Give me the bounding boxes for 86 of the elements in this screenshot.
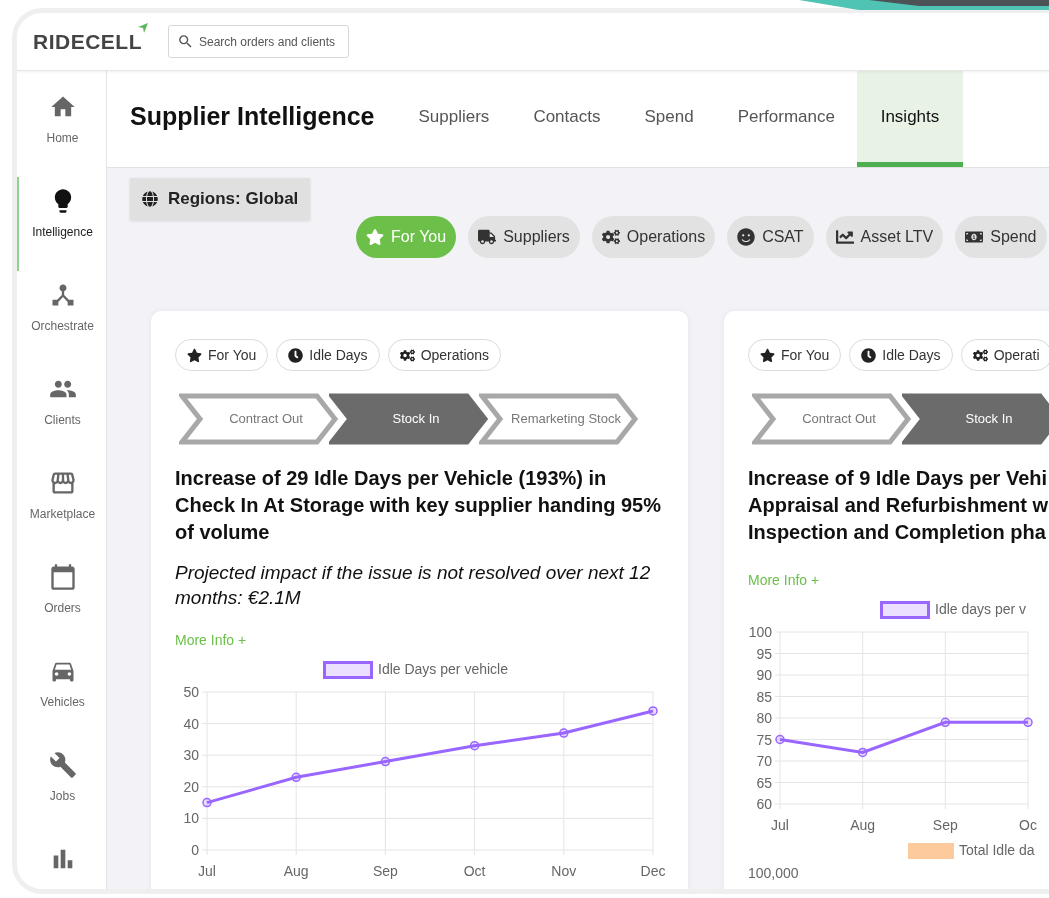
axis-tick-label: Sep <box>372 863 398 879</box>
axis-tick-label: 40 <box>183 715 199 732</box>
data-point <box>1023 717 1033 728</box>
insight-title: Inspection and Completion pha <box>748 520 1047 545</box>
regions-button[interactable]: Regions: Global <box>130 178 311 220</box>
filter-chip[interactable]: Operations <box>591 216 716 258</box>
sidebar-item[interactable]: Marketplace <box>17 459 106 553</box>
data-point <box>291 772 301 783</box>
nav-tab[interactable]: Insights <box>856 71 963 167</box>
gears-icon <box>972 347 988 363</box>
sidebar-item[interactable]: Orders <box>17 553 106 647</box>
sidebar-item[interactable]: Orchestrate <box>17 271 106 365</box>
insight-title: Increase of 29 Idle Days per Vehicle (193%) in Check In At Storage with key supplier handing 95% of volume <box>175 466 663 545</box>
axis-tick-label: Nov <box>551 863 577 879</box>
filter-chip[interactable]: Spend <box>955 216 1047 258</box>
sidebar-item[interactable]: Clients <box>17 365 106 459</box>
nav-tab[interactable]: Contacts <box>511 71 623 167</box>
axis-tick-label: 60 <box>756 796 772 812</box>
wrench-icon <box>48 751 77 779</box>
axis-tick-label: Aug <box>850 817 876 833</box>
nav-tab[interactable]: Performance <box>715 71 857 167</box>
data-point <box>775 734 785 745</box>
data-point <box>469 740 480 751</box>
line-chart-icon <box>835 228 854 246</box>
axis-tick-label: 50 <box>183 684 199 700</box>
impact-text: Projected impact if the issue is not resolved over next 12 months: €2.1M <box>175 561 652 610</box>
axis-tick-label: 100,000 <box>748 864 799 883</box>
logo-text: RIDECELL <box>33 28 142 55</box>
star-icon <box>760 347 775 363</box>
legend-label: Total Idle da <box>959 841 1035 860</box>
legend-label: Idle days per v <box>935 600 1027 619</box>
insight-title: Appraisal and Refurbishment w <box>748 493 1049 518</box>
smiley-icon <box>737 228 756 246</box>
axis-tick-label: 10 <box>183 810 199 827</box>
page-title: Supplier Intelligence <box>130 101 375 133</box>
globe-icon <box>142 191 158 207</box>
axis-tick-label: Aug <box>283 863 309 879</box>
axis-tick-label: Jul <box>198 863 216 879</box>
sidebar-item[interactable]: Jobs <box>17 741 106 835</box>
axis-tick-label: 100 <box>748 624 772 640</box>
search-icon <box>177 33 194 50</box>
star-icon <box>366 228 384 246</box>
axis-tick-label: 80 <box>756 710 772 726</box>
axis-tick-label: Dec <box>640 863 666 879</box>
data-point <box>940 717 951 728</box>
axis-tick-label: 65 <box>756 774 772 791</box>
logo-arrow-icon <box>138 22 148 33</box>
stage-chevron: Stock In <box>329 393 489 445</box>
data-point <box>559 728 569 738</box>
sidebar-item[interactable]: Home <box>17 83 106 177</box>
axis-tick-label: 70 <box>756 753 772 769</box>
data-point <box>648 706 658 716</box>
axis-tick-label: Oct <box>463 863 486 879</box>
axis-tick-label: 85 <box>756 688 772 705</box>
calendar-icon <box>48 563 77 591</box>
insight-title: Increase of 9 Idle Days per Vehi <box>748 466 1049 491</box>
gears-icon <box>601 228 620 246</box>
axis-tick-label: 30 <box>183 747 199 764</box>
axis-tick-label: 0 <box>191 842 199 858</box>
nav-tab[interactable]: Suppliers <box>396 71 512 167</box>
clock-icon <box>861 347 877 363</box>
stage-chevron: Remarketing Stock <box>479 393 639 445</box>
data-point <box>380 756 391 767</box>
axis-tick-label: 75 <box>756 731 772 748</box>
clock-icon <box>288 347 304 363</box>
sidebar-item[interactable]: Vehicles <box>17 647 106 741</box>
gears-icon <box>399 347 415 363</box>
axis-tick-label: 95 <box>756 645 772 662</box>
data-point <box>202 797 212 808</box>
axis-tick-label: 20 <box>183 778 199 795</box>
filter-chip[interactable]: Suppliers <box>468 216 580 258</box>
axis-tick-label: Oc <box>1019 817 1037 833</box>
truck-icon <box>478 228 497 246</box>
filter-chip[interactable]: CSAT <box>727 216 814 258</box>
data-point <box>857 747 868 758</box>
stage-chevron: Contract Out <box>752 393 912 445</box>
star-icon <box>187 347 202 363</box>
nav-tab[interactable]: Spend <box>622 71 716 167</box>
stage-chevron: Contract Out <box>179 393 339 445</box>
axis-tick-label: Jul <box>771 817 789 833</box>
stage-chevron: Stock In <box>902 393 1049 445</box>
filter-chip[interactable]: Asset LTV <box>825 216 944 258</box>
legend-label: Idle Days per vehicle <box>378 660 508 679</box>
axis-tick-label: 90 <box>756 667 772 683</box>
search-field[interactable]: Search orders and clients <box>168 25 349 58</box>
axis-tick-label: Sep <box>932 817 958 833</box>
